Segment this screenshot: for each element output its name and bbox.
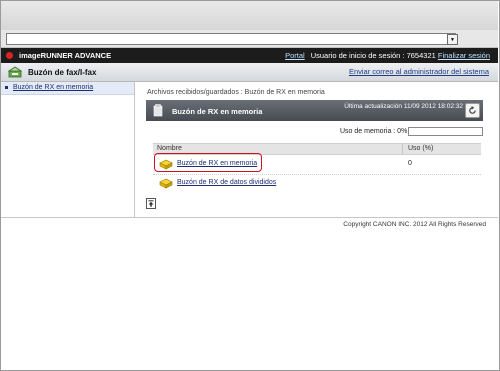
arrow-up-icon (148, 200, 154, 207)
inbox-icon (153, 104, 163, 117)
panel-header: Buzón de RX en memoria Última actualizac… (146, 100, 483, 121)
footer-divider (1, 217, 498, 218)
copyright-text: Copyright CANON INC. 2012 All Rights Res… (343, 221, 486, 228)
brand-bar: imageRUNNER ADVANCE Portal Usuario de ini… (1, 48, 498, 63)
rx-split-data-box-link[interactable]: Buzón de RX de datos divididos (177, 179, 276, 186)
table-row: Buzón de RX de datos divididos (153, 173, 481, 193)
page-top-button[interactable] (146, 198, 156, 209)
last-update-label: Última actualización 11/09 2012 18:02:32 (344, 103, 463, 110)
memory-usage-bar (408, 127, 483, 136)
sidebar: Buzón de RX en memoria (1, 82, 135, 217)
chevron-down-icon: ▼ (450, 36, 455, 43)
login-user-label: Usuario de inicio de sesión : 7654321 (310, 51, 436, 60)
mailbox-icon (159, 178, 173, 189)
column-header-usage: Uso (%) (408, 145, 434, 152)
breadcrumb: Archivos recibidos/guardados : Buzón de … (147, 89, 325, 96)
address-bar: ▼ (1, 30, 498, 48)
email-admin-link[interactable]: Enviar correo al administrador del siste… (349, 67, 489, 76)
fax-box-icon (8, 66, 22, 78)
logout-link[interactable]: Finalizar sesión (438, 51, 490, 60)
refresh-button[interactable] (465, 103, 480, 118)
canon-logo-icon (6, 52, 13, 59)
usage-value: 0 (408, 160, 412, 167)
browser-toolbar (1, 1, 498, 31)
column-header-name: Nombre (157, 145, 182, 152)
bullet-icon (5, 86, 8, 89)
panel-title: Buzón de RX en memoria (172, 107, 263, 116)
page-header: Buzón de fax/I-fax Enviar correo al admi… (1, 63, 498, 82)
address-dropdown-button[interactable]: ▼ (447, 34, 458, 45)
address-input[interactable] (6, 33, 456, 45)
refresh-icon (469, 106, 476, 114)
selection-highlight (154, 153, 262, 172)
sidebar-item-rx-memory[interactable]: Buzón de RX en memoria (1, 82, 134, 95)
session-info: Portal Usuario de inicio de sesión : 7654… (285, 51, 490, 60)
portal-link[interactable]: Portal (285, 51, 305, 60)
column-divider (402, 144, 403, 154)
brand-name: imageRUNNER ADVANCE (19, 51, 112, 60)
sidebar-item-label: Buzón de RX en memoria (13, 84, 94, 91)
memory-usage-label: Uso de memoria : 0% (340, 128, 408, 135)
page-title: Buzón de fax/I-fax (28, 68, 97, 77)
